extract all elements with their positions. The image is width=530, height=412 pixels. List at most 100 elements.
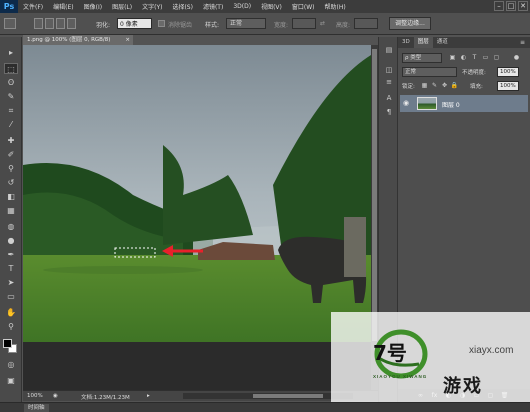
adjust-icon[interactable]: ≡ bbox=[383, 77, 395, 87]
add-selection-icon[interactable] bbox=[45, 18, 54, 29]
clone-stamp-tool-icon[interactable]: ⚲ bbox=[4, 163, 18, 174]
menu-select[interactable]: 选择(S) bbox=[167, 2, 198, 11]
blend-mode-select[interactable]: 正常 bbox=[402, 67, 457, 77]
opacity-label: 不透明度: bbox=[462, 70, 486, 76]
photo-canvas bbox=[23, 45, 371, 390]
new-selection-icon[interactable] bbox=[34, 18, 43, 29]
quick-select-tool-icon[interactable]: ✎ bbox=[4, 91, 18, 102]
menu-view[interactable]: 视图(V) bbox=[256, 2, 287, 11]
shape-tool-icon[interactable]: ▭ bbox=[4, 291, 18, 302]
zoom-level[interactable]: 100% bbox=[27, 393, 43, 399]
paragraph-icon[interactable]: ¶ bbox=[383, 107, 395, 117]
dodge-tool-icon[interactable]: ● bbox=[4, 235, 18, 246]
lawn-shadow bbox=[43, 266, 203, 274]
subtract-selection-icon[interactable] bbox=[56, 18, 65, 29]
style-value: 正常 bbox=[230, 20, 243, 27]
lock-all-icon[interactable]: 🔒 bbox=[450, 81, 459, 90]
hand-tool-icon[interactable]: ✋ bbox=[4, 307, 18, 318]
menu-type[interactable]: 文字(Y) bbox=[137, 2, 167, 11]
crop-tool-icon[interactable]: ⌗ bbox=[4, 105, 18, 116]
watermark-logo-text: 7号 bbox=[373, 341, 407, 365]
maximize-button[interactable]: □ bbox=[506, 1, 516, 11]
history-brush-tool-icon[interactable]: ↺ bbox=[4, 177, 18, 188]
window-controls: – □ ✕ bbox=[494, 1, 528, 11]
lock-position-icon[interactable]: ✥ bbox=[440, 81, 449, 90]
menu-file[interactable]: 文件(F) bbox=[18, 2, 48, 11]
lock-image-icon[interactable]: ✎ bbox=[430, 81, 439, 90]
filter-toggle-icon[interactable]: ● bbox=[512, 53, 521, 62]
tools-panel: ▸ ⬚ ʘ ✎ ⌗ ⁄ ✚ ✐ ⚲ ↺ ◧ ▦ ◍ ● ✒ T ➤ ▭ ✋ ⚲ … bbox=[0, 37, 22, 402]
vertical-scroll-thumb[interactable] bbox=[372, 49, 377, 341]
menu-3d[interactable]: 3D(D) bbox=[228, 3, 256, 10]
screen-mode-icon[interactable]: ▣ bbox=[4, 375, 18, 386]
filter-pixel-icon[interactable]: ▣ bbox=[448, 53, 457, 62]
antialias-checkbox[interactable] bbox=[158, 20, 165, 27]
watermark-game-text: 游戏 bbox=[443, 376, 483, 397]
eraser-tool-icon[interactable]: ◧ bbox=[4, 191, 18, 202]
layer-kind-select[interactable]: ρ 类型 bbox=[402, 53, 442, 63]
tab-layers[interactable]: 图层 bbox=[413, 37, 433, 48]
horizontal-scrollbar[interactable] bbox=[183, 393, 353, 399]
tab-3d[interactable]: 3D bbox=[398, 37, 414, 48]
fill-label: 填充: bbox=[470, 84, 483, 90]
feather-input[interactable]: 0 像素 bbox=[117, 18, 152, 29]
filter-smart-icon[interactable]: ▢ bbox=[492, 53, 501, 62]
eye-icon[interactable]: ◉ bbox=[403, 99, 411, 107]
foreground-color-swatch[interactable] bbox=[3, 339, 12, 348]
history-icon[interactable]: ▤ bbox=[383, 45, 395, 55]
antialias-label: 消除锯齿 bbox=[168, 22, 193, 29]
height-label: 高度: bbox=[336, 22, 351, 29]
quick-mask-icon[interactable]: ◎ bbox=[4, 359, 18, 370]
marquee-tool-icon[interactable]: ⬚ bbox=[4, 63, 18, 74]
panel-tabs: 3D 图层 通道 bbox=[398, 37, 530, 48]
swap-icon[interactable]: ⇄ bbox=[320, 20, 325, 27]
width-input[interactable] bbox=[292, 18, 316, 29]
minimize-button[interactable]: – bbox=[494, 1, 504, 11]
menu-layer[interactable]: 图层(L) bbox=[107, 2, 137, 11]
tool-preset-icon[interactable] bbox=[4, 18, 16, 29]
style-select[interactable]: 正常 bbox=[226, 18, 266, 29]
fill-input[interactable]: 100% bbox=[497, 81, 519, 91]
type-tool-icon[interactable]: T bbox=[4, 263, 18, 274]
path-select-tool-icon[interactable]: ➤ bbox=[4, 277, 18, 288]
lasso-tool-icon[interactable]: ʘ bbox=[4, 77, 18, 88]
close-button[interactable]: ✕ bbox=[518, 1, 528, 11]
timeline-tab[interactable]: 时间轴 bbox=[24, 404, 49, 412]
layer-name[interactable]: 图层 0 bbox=[442, 100, 460, 109]
canvas-area[interactable] bbox=[23, 45, 371, 390]
opacity-input[interactable]: 100% bbox=[497, 67, 519, 77]
tab-channels[interactable]: 通道 bbox=[433, 37, 452, 48]
healing-tool-icon[interactable]: ✚ bbox=[4, 135, 18, 146]
eyedropper-tool-icon[interactable]: ⁄ bbox=[4, 119, 18, 130]
filter-shape-icon[interactable]: ▭ bbox=[481, 53, 490, 62]
status-menu-icon[interactable]: ◉ bbox=[53, 393, 58, 399]
document-tab[interactable]: 1.png @ 100% (图层 0, RGB/8) × bbox=[23, 35, 133, 45]
properties-icon[interactable]: ◫ bbox=[383, 65, 395, 75]
refine-edge-button[interactable]: 调整边缘... bbox=[389, 17, 431, 30]
menu-edit[interactable]: 编辑(E) bbox=[48, 2, 78, 11]
horizontal-scroll-thumb[interactable] bbox=[253, 394, 323, 398]
brush-tool-icon[interactable]: ✐ bbox=[4, 149, 18, 160]
intersect-selection-icon[interactable] bbox=[67, 18, 76, 29]
layer-row[interactable]: ◉ 图层 0 bbox=[400, 95, 528, 112]
watermark-subtitle: XIAOYOU XIWANG bbox=[373, 374, 428, 379]
menu-image[interactable]: 图像(I) bbox=[79, 2, 107, 11]
character-icon[interactable]: A bbox=[383, 93, 395, 103]
close-tab-icon[interactable]: × bbox=[125, 35, 130, 45]
filter-type-icon[interactable]: T bbox=[470, 53, 479, 62]
status-arrow-icon[interactable]: ▸ bbox=[147, 393, 150, 399]
gradient-tool-icon[interactable]: ▦ bbox=[4, 205, 18, 216]
move-tool-icon[interactable]: ▸ bbox=[4, 47, 18, 58]
lock-transparent-icon[interactable]: ▦ bbox=[420, 81, 429, 90]
height-input[interactable] bbox=[354, 18, 378, 29]
menu-help[interactable]: 帮助(H) bbox=[320, 2, 351, 11]
menu-filter[interactable]: 滤镜(T) bbox=[198, 2, 228, 11]
panel-menu-icon[interactable]: ≡ bbox=[518, 38, 527, 47]
stone-statue bbox=[344, 217, 366, 277]
blur-tool-icon[interactable]: ◍ bbox=[4, 221, 18, 232]
menu-window[interactable]: 窗口(W) bbox=[287, 2, 320, 11]
filter-adjust-icon[interactable]: ◐ bbox=[459, 53, 468, 62]
site-watermark: 7号 xiayx.com XIAOYOU XIWANG 游戏 bbox=[331, 312, 530, 402]
zoom-tool-icon[interactable]: ⚲ bbox=[4, 321, 18, 332]
pen-tool-icon[interactable]: ✒ bbox=[4, 249, 18, 260]
